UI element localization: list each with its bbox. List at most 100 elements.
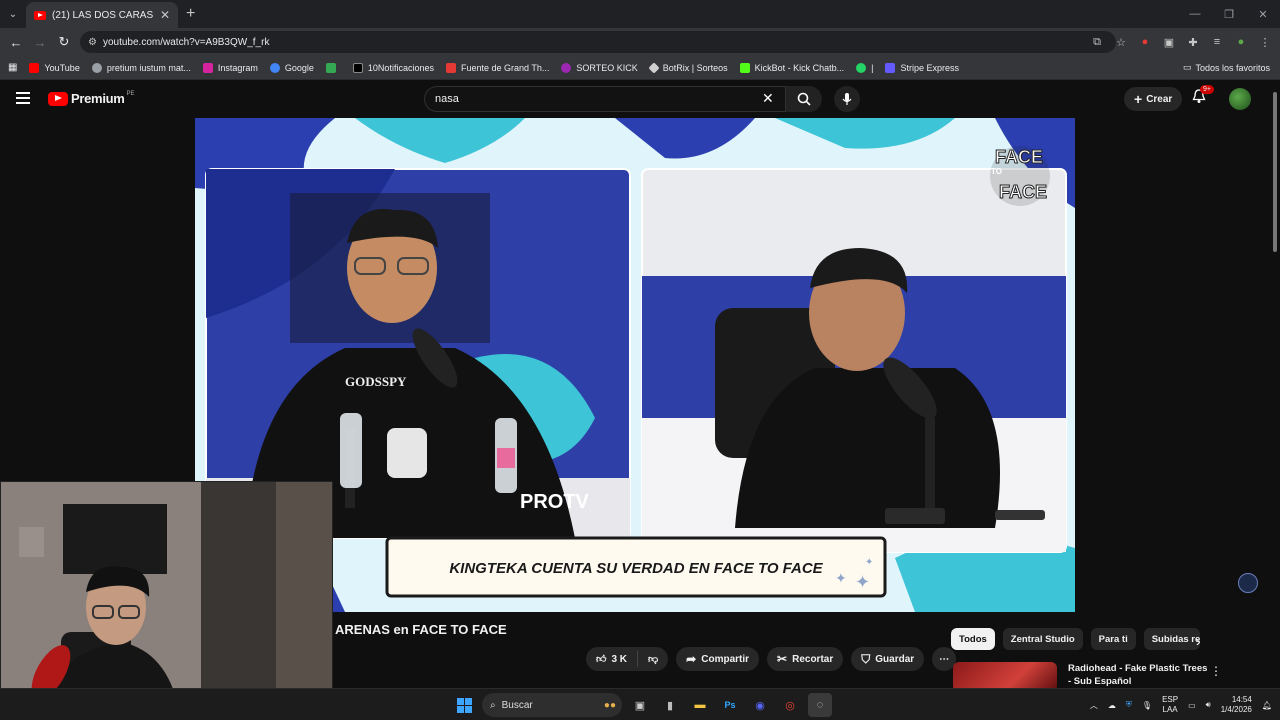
extension-red-icon[interactable]: ● (1136, 33, 1154, 51)
start-button[interactable] (452, 693, 476, 717)
bookmark-x[interactable]: 10Notificaciones (352, 62, 434, 73)
extension-icon[interactable]: ▣ (1160, 33, 1178, 51)
system-tray: ︿ ☁ ⛨ 🎙︎ ESP LAA ▭ 🔊︎ 14:54 1/4/2026 🔔︎ (1090, 695, 1272, 715)
chip-zentral-studio[interactable]: Zentral Studio (1002, 628, 1083, 650)
extensions-puzzle-icon[interactable]: ✚ (1184, 33, 1202, 51)
bookmark-botrix[interactable]: BotRix | Sorteos (648, 61, 728, 74)
obs-icon[interactable]: ◌ (808, 693, 832, 717)
forward-icon[interactable]: → (28, 35, 52, 50)
recommendation-title[interactable]: Radiohead - Fake Plastic Trees - Sub Esp… (1068, 662, 1208, 688)
photos-icon (325, 62, 336, 73)
photoshop-icon[interactable]: Ps (718, 693, 742, 717)
youtube-header: Premium PE nasa ✕ + Crear 9+ (0, 80, 1280, 118)
create-button[interactable]: + Crear (1124, 87, 1183, 111)
app-icon[interactable]: ▮ (658, 693, 682, 717)
taskbar-search[interactable]: ⌕ Buscar ●● (482, 693, 622, 717)
save-button[interactable]: ⛉ Guardar (851, 647, 925, 671)
video-title: ARENAS en FACE TO FACE (335, 622, 507, 637)
clip-button[interactable]: ✂ Recortar (767, 647, 844, 671)
plus-icon: + (1134, 91, 1143, 107)
account-avatar[interactable] (1229, 88, 1251, 110)
bookmark-photos[interactable] (325, 62, 341, 73)
address-bar[interactable]: ⚙ youtube.com/watch?v=A9B3QW_f_rk (80, 31, 1116, 53)
maximize-icon[interactable]: ❐ (1212, 0, 1246, 28)
window-controls: — ❐ ✕ (1178, 0, 1280, 28)
channel-watermark-icon[interactable] (1238, 573, 1258, 593)
dislike-button[interactable]: 👎︎ (638, 653, 668, 665)
face-to-face-logo: FACE TO FACE (990, 146, 1050, 206)
kick-icon (561, 62, 572, 73)
security-icon[interactable]: ⛨ (1126, 700, 1132, 710)
file-explorer-icon[interactable]: ▬ (688, 693, 712, 717)
window-close-icon[interactable]: ✕ (1246, 0, 1280, 28)
bookmark-sorteo-kick[interactable]: SORTEO KICK (561, 62, 638, 73)
search-input[interactable]: nasa (424, 86, 786, 112)
youtube-icon (29, 62, 40, 73)
browser-toolbar: ← → ↻ ⚙ youtube.com/watch?v=A9B3QW_f_rk … (0, 28, 1280, 56)
chrome-menu-icon[interactable]: ⋮ (1256, 33, 1274, 51)
reload-icon[interactable]: ↻ (52, 34, 76, 50)
bookmark-kickbot[interactable]: KickBot - Kick Chatb... (739, 62, 844, 73)
clear-search-icon[interactable]: ✕ (762, 90, 774, 107)
recommendation-menu-icon[interactable]: ⋮ (1210, 664, 1222, 678)
font-icon (445, 62, 456, 73)
share-button[interactable]: ➦ Compartir (676, 647, 760, 671)
chrome-icon[interactable]: ◎ (778, 693, 802, 717)
botrix-icon (648, 61, 660, 74)
voice-search-button[interactable] (834, 86, 860, 112)
url-text: youtube.com/watch?v=A9B3QW_f_rk (102, 36, 270, 48)
notifications-button[interactable]: 9+ (1192, 85, 1214, 107)
bookmark-youtube[interactable]: YouTube (29, 62, 80, 73)
mic-tray-icon[interactable]: 🎙︎ (1142, 701, 1152, 710)
sparkle-icon: ✦ (835, 570, 847, 586)
all-bookmarks[interactable]: ▭ Todos los favoritos (1183, 62, 1270, 73)
tab-title: (21) LAS DOS CARAS DE LA MO (52, 9, 156, 21)
globe-icon (91, 62, 102, 73)
windows-taskbar: ⌕ Buscar ●● ▣ ▮ ▬ Ps ◉ ◎ ◌ ︿ ☁ ⛨ 🎙︎ ESP LAA… (0, 688, 1280, 720)
install-app-icon[interactable]: ⧉ (1088, 33, 1106, 51)
clock[interactable]: 14:54 1/4/2026 (1221, 695, 1252, 715)
like-button[interactable]: 👍︎ 3 K (586, 653, 637, 666)
profile-avatar-icon[interactable]: ● (1232, 33, 1250, 51)
page-scrollbar[interactable] (1272, 84, 1278, 684)
video-actions: 👍︎ 3 K 👎︎ ➦ Compartir ✂ Recortar ⛉ Guardar ⋯ (586, 647, 957, 671)
webcam-frame (1, 482, 332, 719)
new-tab-icon[interactable]: + (186, 5, 195, 23)
bookmark-pretium[interactable]: pretium iustum mat... (91, 62, 191, 73)
volume-icon[interactable]: 🔊︎ (1206, 700, 1211, 710)
media-controls-icon[interactable]: ≡ (1208, 33, 1226, 51)
discord-icon[interactable]: ◉ (748, 693, 772, 717)
back-icon[interactable]: ← (4, 35, 28, 50)
youtube-logo[interactable]: Premium PE (48, 91, 135, 106)
chevron-right-icon[interactable]: › (1196, 633, 1201, 649)
chip-para-ti[interactable]: Para ti (1090, 628, 1136, 650)
language-indicator[interactable]: ESP LAA (1162, 695, 1178, 715)
chip-subidas[interactable]: Subidas rec (1143, 628, 1200, 650)
browser-tab[interactable]: (21) LAS DOS CARAS DE LA MO ✕ (26, 2, 178, 28)
network-icon[interactable]: ▭ (1188, 701, 1196, 710)
like-dislike-group: 👍︎ 3 K 👎︎ (586, 647, 669, 671)
apps-grid-icon[interactable]: ▦ (8, 62, 17, 73)
bookmark-google[interactable]: Google (269, 62, 314, 73)
video-banner-text: KINGTEKA CUENTA SU VERDAD EN FACE TO FAC… (449, 560, 823, 577)
bookmark-gta-font[interactable]: Fuente de Grand Th... (445, 62, 549, 73)
sparkle-icon: ✦ (855, 572, 870, 592)
x-icon (352, 62, 363, 73)
chevron-up-icon[interactable]: ︿ (1090, 700, 1098, 711)
tab-close-icon[interactable]: ✕ (160, 8, 170, 22)
notifications-tray-icon[interactable]: 🔔︎ (1262, 701, 1272, 710)
bookmark-star-icon[interactable]: ☆ (1112, 33, 1130, 51)
bookmark-stripe[interactable]: Stripe Express (885, 62, 959, 73)
minimize-icon[interactable]: — (1178, 0, 1212, 28)
search-button[interactable] (786, 86, 822, 112)
tab-search-icon[interactable]: ⌄ (0, 0, 26, 28)
bookmark-whatsapp[interactable]: | (856, 62, 873, 73)
task-view-icon[interactable]: ▣ (628, 693, 652, 717)
bookmark-instagram[interactable]: Instagram (202, 62, 258, 73)
onedrive-icon[interactable]: ☁ (1108, 701, 1116, 710)
menu-icon[interactable] (16, 92, 30, 107)
site-info-icon[interactable]: ⚙ (88, 37, 97, 48)
browser-tab-strip: ⌄ (21) LAS DOS CARAS DE LA MO ✕ + — ❐ ✕ (0, 0, 1280, 28)
chip-todos[interactable]: Todos (951, 628, 995, 650)
taskbar-apps: ⌕ Buscar ●● ▣ ▮ ▬ Ps ◉ ◎ ◌ (452, 693, 832, 717)
